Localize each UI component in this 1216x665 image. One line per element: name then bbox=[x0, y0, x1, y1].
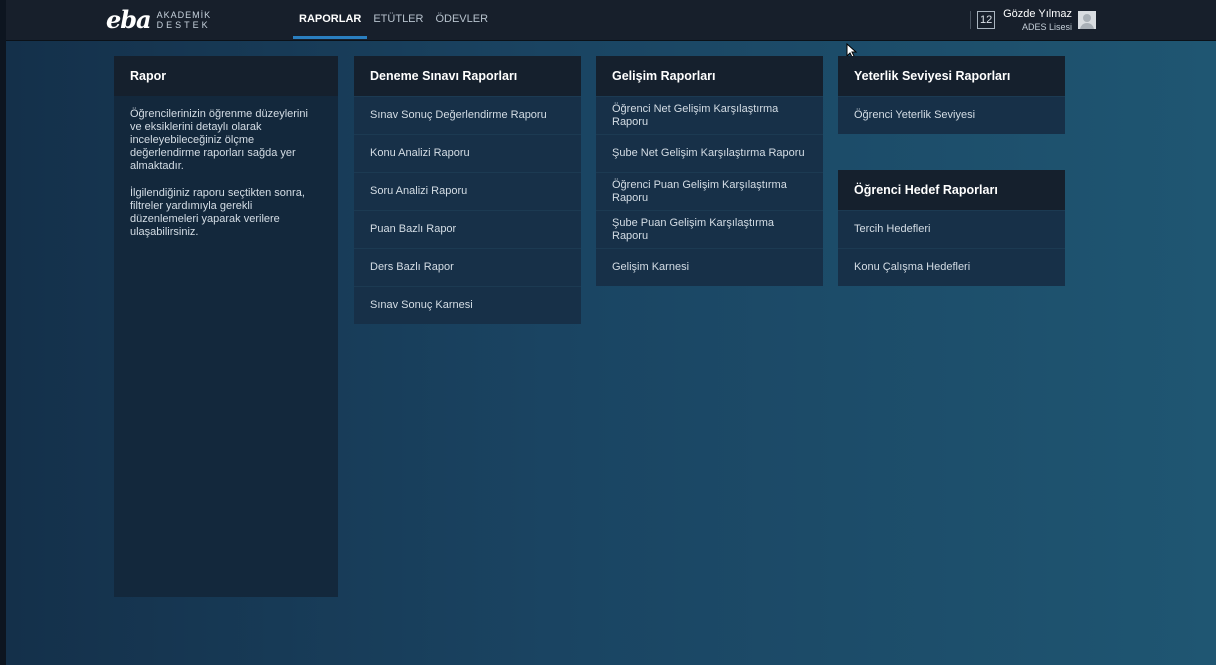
rapor-description: Öğrencilerinizin öğrenme düzeylerini ve … bbox=[114, 96, 338, 239]
nav-etutler[interactable]: ETÜTLER bbox=[367, 0, 429, 38]
user-school: ADES Lisesi bbox=[1021, 22, 1072, 32]
report-link-gelisim-karnesi[interactable]: Gelişim Karnesi bbox=[596, 248, 823, 286]
notification-badge[interactable]: 12 bbox=[977, 11, 996, 29]
report-link-konu-analizi[interactable]: Konu Analizi Raporu bbox=[354, 134, 581, 172]
deneme-title: Deneme Sınavı Raporları bbox=[354, 56, 581, 96]
divider bbox=[970, 11, 972, 29]
user-area: 12 Gözde Yılmaz ADES Lisesi bbox=[970, 0, 1096, 40]
logo-line2: DESTEK bbox=[156, 20, 211, 30]
rapor-paragraph-1: Öğrencilerinizin öğrenme düzeylerini ve … bbox=[130, 108, 308, 172]
deneme-panel: Deneme Sınavı Raporları Sınav Sonuç Değe… bbox=[354, 56, 581, 324]
rapor-panel: Rapor Öğrencilerinizin öğrenme düzeyleri… bbox=[114, 56, 338, 597]
eba-logo[interactable]: eba AKADEMİK DESTEK bbox=[106, 6, 211, 34]
app-frame: eba AKADEMİK DESTEK RAPORLAR ETÜTLER ÖDE… bbox=[6, 0, 1216, 665]
gelisim-panel: Gelişim Raporları Öğrenci Net Gelişim Ka… bbox=[596, 56, 823, 286]
user-name: Gözde Yılmaz bbox=[1003, 8, 1072, 20]
gelisim-title: Gelişim Raporları bbox=[596, 56, 823, 96]
logo-mark: eba bbox=[106, 5, 152, 34]
nav-raporlar[interactable]: RAPORLAR bbox=[293, 0, 368, 39]
rapor-paragraph-2: İlgilendiğiniz raporu seçtikten sonra, f… bbox=[130, 187, 305, 238]
report-link-sinav-sonuc-karnesi[interactable]: Sınav Sonuç Karnesi bbox=[354, 286, 581, 324]
avatar[interactable] bbox=[1078, 11, 1096, 29]
logo-text: AKADEMİK DESTEK bbox=[157, 10, 212, 30]
report-link-sube-puan-gelisim[interactable]: Şube Puan Gelişim Karşılaştırma Raporu bbox=[596, 210, 823, 248]
report-link-sinav-sonuc-degerlendirme[interactable]: Sınav Sonuç Değerlendirme Raporu bbox=[354, 96, 581, 134]
report-link-tercih-hedefleri[interactable]: Tercih Hedefleri bbox=[838, 210, 1065, 248]
report-link-puan-bazli[interactable]: Puan Bazlı Rapor bbox=[354, 210, 581, 248]
main-nav: RAPORLAR ETÜTLER ÖDEVLER bbox=[293, 0, 494, 40]
report-link-ogrenci-net-gelisim[interactable]: Öğrenci Net Gelişim Karşılaştırma Raporu bbox=[596, 96, 823, 134]
yeterlik-title: Yeterlik Seviyesi Raporları bbox=[838, 56, 1065, 96]
report-link-soru-analizi[interactable]: Soru Analizi Raporu bbox=[354, 172, 581, 210]
report-link-ogrenci-yeterlik-seviyesi[interactable]: Öğrenci Yeterlik Seviyesi bbox=[838, 96, 1065, 134]
yeterlik-panel: Yeterlik Seviyesi Raporları Öğrenci Yete… bbox=[838, 56, 1065, 134]
rapor-title: Rapor bbox=[114, 56, 338, 96]
report-link-konu-calisma-hedefleri[interactable]: Konu Çalışma Hedefleri bbox=[838, 248, 1065, 286]
hedef-title: Öğrenci Hedef Raporları bbox=[838, 170, 1065, 210]
report-link-ogrenci-puan-gelisim[interactable]: Öğrenci Puan Gelişim Karşılaştırma Rapor… bbox=[596, 172, 823, 210]
user-info[interactable]: Gözde Yılmaz ADES Lisesi bbox=[1003, 7, 1072, 33]
logo-line1: AKADEMİK bbox=[156, 10, 212, 20]
report-link-ders-bazli[interactable]: Ders Bazlı Rapor bbox=[354, 248, 581, 286]
report-link-sube-net-gelisim[interactable]: Şube Net Gelişim Karşılaştırma Raporu bbox=[596, 134, 823, 172]
hedef-panel: Öğrenci Hedef Raporları Tercih Hedefleri… bbox=[838, 170, 1065, 286]
nav-odevler[interactable]: ÖDEVLER bbox=[429, 0, 494, 38]
top-bar: eba AKADEMİK DESTEK RAPORLAR ETÜTLER ÖDE… bbox=[6, 0, 1216, 41]
